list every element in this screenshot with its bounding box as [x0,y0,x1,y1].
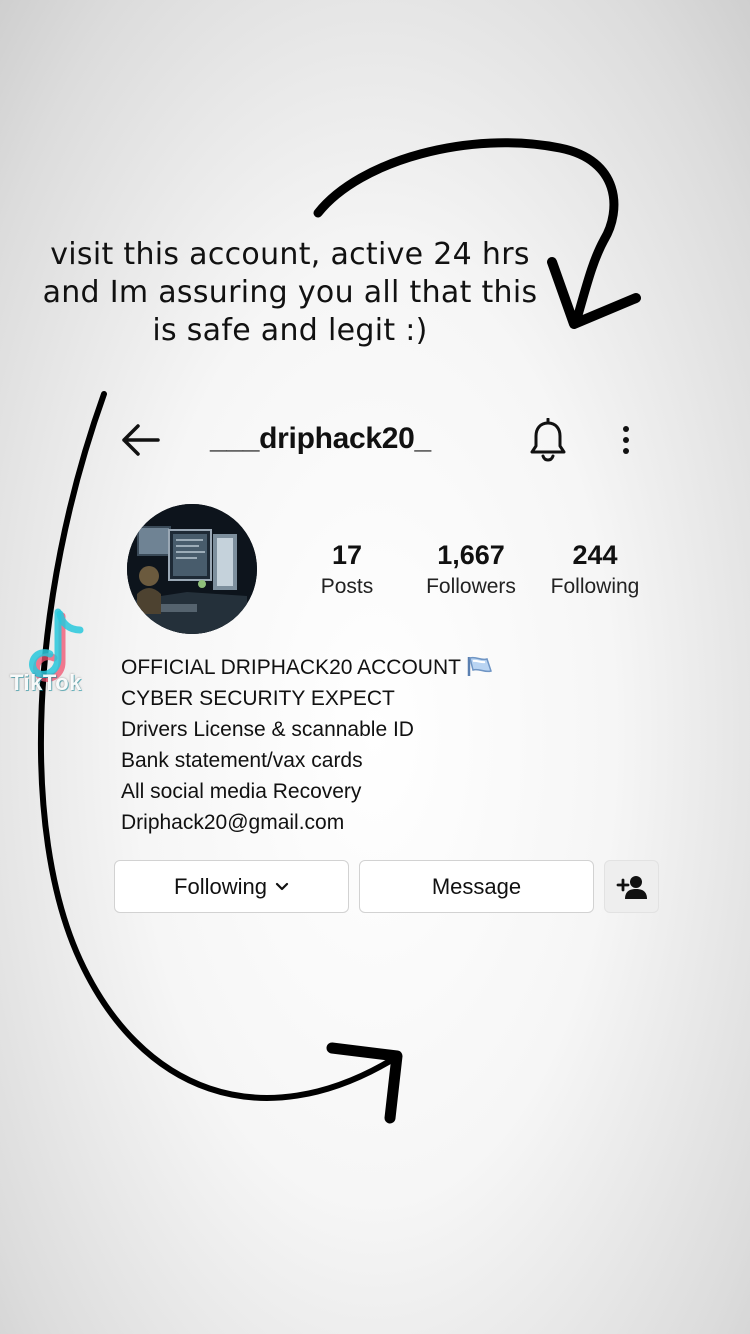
bio-email-link[interactable]: Driphack20@gmail.com [121,807,493,838]
profile-top-bar: ___driphack20_ [0,410,750,470]
message-button[interactable]: Message [359,860,594,913]
posts-count: 17 [331,540,363,570]
notifications-button[interactable] [528,417,568,462]
bio-line: Bank statement/vax cards [121,749,363,772]
tiktok-watermark-text: TikTok [10,670,82,695]
chevron-down-icon [275,882,289,890]
bio-line-text: OFFICIAL DRIPHACK20 ACCOUNT [121,656,461,679]
bio-line: Drivers License & scannable ID [121,718,414,741]
more-options-button[interactable] [612,420,640,460]
more-vertical-icon [623,426,629,454]
tiktok-logo-icon [29,608,84,682]
followers-stat[interactable]: 1,667 Followers [406,538,536,602]
followers-label: Followers [426,575,516,598]
bell-icon [530,417,566,462]
suggest-accounts-button[interactable] [604,860,659,913]
profile-username: ___driphack20_ [210,422,431,455]
add-user-icon [616,875,647,899]
bio-line: OFFICIAL DRIPHACK20 ACCOUNT [121,652,493,683]
posts-stat[interactable]: 17 Posts [282,538,412,602]
following-button[interactable]: Following [114,860,349,913]
bio-line: All social media Recovery [121,780,362,803]
profile-avatar[interactable] [127,504,257,634]
back-button[interactable] [118,422,164,458]
following-count: 244 [572,540,618,570]
following-button-label: Following [174,873,267,899]
message-button-label: Message [431,873,522,899]
top-curved-arrow [313,138,619,327]
bio-line: CYBER SECURITY EXPECT [121,687,395,710]
profile-bio: OFFICIAL DRIPHACK20 ACCOUNT CYBER SECURI… [121,652,493,838]
followers-count: 1,667 [437,540,505,570]
following-stat[interactable]: 244 Following [530,538,660,602]
flag-icon [467,656,492,676]
avatar-image [127,504,257,634]
arrow-left-icon [122,424,160,456]
posts-label: Posts [320,575,374,598]
following-label: Following [550,575,640,598]
